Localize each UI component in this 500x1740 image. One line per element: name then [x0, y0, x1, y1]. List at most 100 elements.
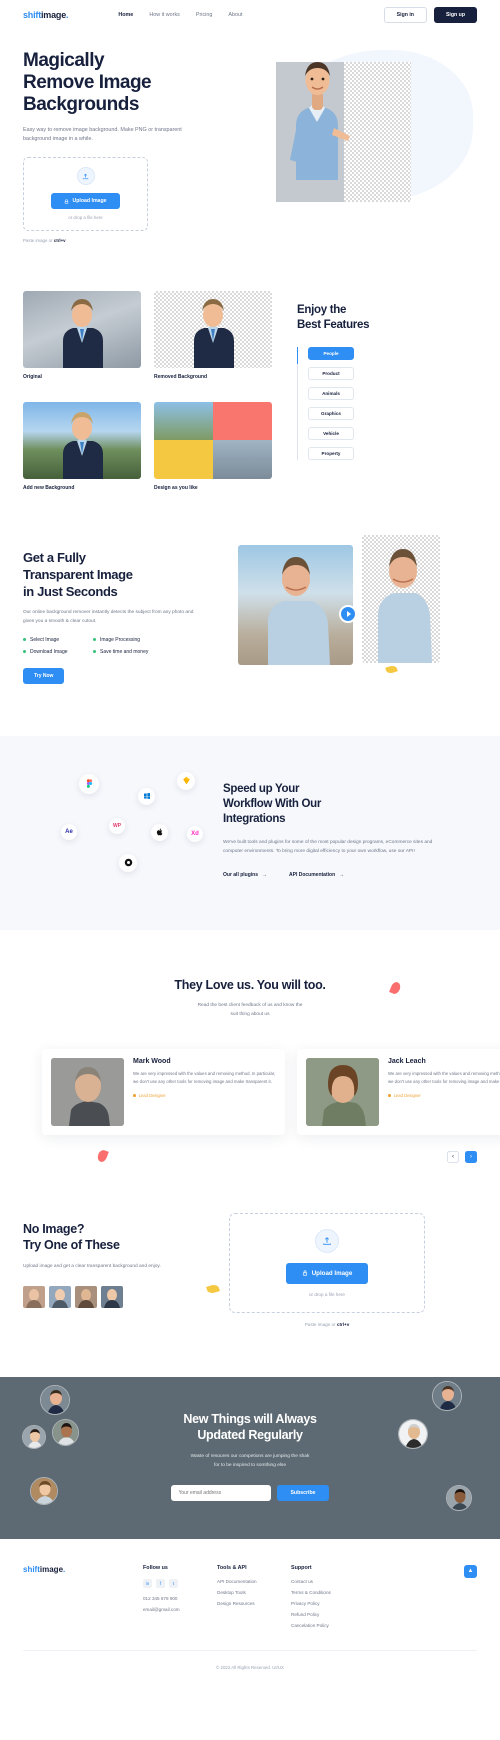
sketch-icon[interactable] — [177, 771, 195, 790]
twitter-icon[interactable]: t — [169, 1578, 178, 1588]
footer-link-refund[interactable]: Refund Policy — [291, 1612, 365, 1617]
sample-thumbnail[interactable] — [23, 1285, 45, 1308]
facebook-icon[interactable]: f — [156, 1578, 165, 1588]
footer-link-api-documentation[interactable]: API Documentation — [217, 1579, 291, 1584]
scroll-to-top-button[interactable]: ▲ — [464, 1564, 477, 1578]
wordpress-icon[interactable]: WP — [109, 817, 125, 834]
subscribe-button[interactable]: Subscribe — [277, 1485, 329, 1502]
adobe-xd-icon[interactable]: Xd — [187, 825, 203, 842]
sign-in-button[interactable]: Sign in — [383, 7, 427, 23]
linkedin-icon[interactable]: in — [143, 1578, 152, 1588]
hero-upload-label: Upload Image — [72, 198, 107, 205]
newsletter-paragraph-line-2: for to be inspired to somthing else — [214, 1463, 286, 1469]
integrations-heading-line-1: Speed up Your — [223, 782, 300, 795]
carousel-next-button[interactable]: › — [465, 1150, 477, 1163]
sample-thumbnail[interactable] — [101, 1285, 123, 1308]
footer-link-design-resources[interactable]: Design Resources — [217, 1601, 291, 1606]
testimonial-name: Mark Wood — [133, 1057, 171, 1065]
no-image-heading-line-2: Try One of These — [23, 1238, 120, 1253]
gallery-row-spacer — [23, 380, 273, 402]
avatar — [306, 1057, 379, 1126]
arrow-right-icon: → — [339, 872, 345, 879]
secondary-upload-button[interactable]: Upload Image — [285, 1262, 369, 1284]
no-image-upload: Upload Image or drop a file here Paste i… — [206, 1212, 425, 1327]
nav-item-how-it-works[interactable]: How it works — [149, 12, 180, 18]
footer-logo-dot: . — [63, 1564, 66, 1574]
copyright: © 2022 All Rights Reserved. UI/UX — [23, 1649, 477, 1686]
gallery-caption-original: Original — [23, 373, 42, 380]
hero-copy: Magically Remove Image Backgrounds Easy … — [23, 40, 238, 243]
figma-icon[interactable] — [79, 773, 99, 794]
nav-item-pricing[interactable]: Pricing — [196, 12, 212, 18]
auth-actions: Sign in Sign up — [383, 7, 477, 23]
integrations-copy: Speed up Your Workflow With Our Integrat… — [223, 776, 453, 886]
nav-item-home[interactable]: Home — [118, 12, 133, 18]
upload-icon — [76, 167, 95, 186]
footer-link-desktop-tools[interactable]: Desktop Tools — [217, 1590, 291, 1595]
features-panel: Enjoy the Best Features People Product A… — [296, 291, 467, 491]
hero-title-line-2: Remove Image — [23, 72, 152, 94]
transparent-visual — [238, 534, 448, 684]
testimonial-name: Jack Leach — [388, 1057, 426, 1065]
features-heading-line-2: Best Features — [297, 318, 370, 331]
secondary-dropzone[interactable]: Upload Image or drop a file here — [229, 1212, 425, 1313]
gallery-cell-removed: Removed Background — [154, 290, 272, 380]
sample-thumbnail[interactable] — [49, 1285, 71, 1308]
testimonial-text: We are very impressed with the values an… — [388, 1070, 500, 1084]
hero-upload-button[interactable]: Upload Image — [51, 193, 120, 210]
bullet-download-image: Download Image — [23, 649, 85, 655]
no-image-heading-line-1: No Image? — [23, 1221, 85, 1236]
try-now-button[interactable]: Try Now — [23, 667, 65, 684]
footer-tools-title: Tools & API — [217, 1564, 247, 1571]
logo[interactable]: shiftimage. — [23, 10, 69, 20]
role-dot-icon — [388, 1094, 391, 1097]
footer-link-privacy[interactable]: Privacy Policy — [291, 1601, 365, 1606]
quad-cell-2 — [213, 401, 272, 441]
apple-icon[interactable] — [151, 823, 168, 841]
no-image-copy: No Image? Try One of These Upload image … — [23, 1213, 213, 1327]
email-field[interactable] — [171, 1485, 272, 1502]
play-icon — [346, 610, 351, 617]
avatar — [40, 1384, 70, 1415]
windows-icon[interactable] — [138, 787, 155, 805]
quad-cell-1 — [154, 401, 213, 441]
hero-dropzone[interactable]: Upload Image or drop a file here — [23, 156, 148, 231]
transparent-heading-line-2: Transparent Image — [23, 566, 133, 582]
integrations-links: Our all plugins → API Documentation → — [223, 872, 453, 878]
sample-thumbnail[interactable] — [75, 1285, 97, 1308]
carousel-prev-button[interactable]: ‹ — [447, 1150, 459, 1163]
footer-logo[interactable]: shiftimage. — [23, 1565, 143, 1634]
transparent-heading-line-3: in Just Seconds — [23, 583, 118, 599]
footer-link-cancelation[interactable]: Cancelation Policy — [291, 1623, 365, 1628]
features-heading-line-1: Enjoy the — [297, 303, 347, 316]
link-api-documentation[interactable]: API Documentation → — [289, 872, 344, 878]
site-footer: shiftimage. Follow us in f t 012 345 678… — [0, 1538, 500, 1650]
gallery-image-removed — [154, 290, 272, 368]
feature-item-product[interactable]: Product — [308, 367, 354, 381]
newsletter-paragraph: Waste of resoures our competions are jum… — [23, 1452, 477, 1470]
footer-link-contact-us[interactable]: Contact us — [291, 1579, 365, 1584]
feature-item-property[interactable]: Property — [308, 447, 354, 461]
features-gallery-row-2: Add new Background Design as you like — [23, 401, 273, 491]
footer-link-terms[interactable]: Terms & Conditions — [291, 1590, 365, 1595]
chrome-icon[interactable] — [119, 853, 137, 872]
logo-dot: . — [66, 10, 69, 20]
testimonial-cards: Mark Wood We are very impressed with the… — [0, 1019, 500, 1135]
feature-item-graphics[interactable]: Graphics — [308, 407, 354, 421]
feature-item-animals[interactable]: Animals — [308, 387, 354, 401]
features-gallery: Original Removed Background Add new Back… — [23, 290, 273, 491]
newsletter-heading-line-2: Updated Regularly — [197, 1428, 303, 1443]
link-all-plugins[interactable]: Our all plugins → — [223, 872, 267, 878]
transparent-paragraph: Our online background remover instantly … — [23, 610, 194, 624]
gallery-cell-newbg: Add new Background — [23, 401, 141, 491]
feature-item-people[interactable]: People — [308, 347, 354, 361]
play-video-button[interactable] — [339, 604, 357, 623]
footer-column-follow: Follow us in f t 012 345 678 900 email@g… — [143, 1565, 217, 1634]
quad-cell-3 — [154, 440, 213, 479]
adobe-icon[interactable]: Ae — [61, 823, 77, 840]
newsletter-heading-line-1: New Things will Always — [183, 1411, 317, 1426]
testimonial-role: Lead Designer — [133, 1093, 276, 1098]
sign-up-button[interactable]: Sign up — [433, 7, 477, 23]
nav-item-about[interactable]: About — [228, 12, 242, 18]
feature-item-vehicle[interactable]: Vehicle — [308, 427, 354, 441]
